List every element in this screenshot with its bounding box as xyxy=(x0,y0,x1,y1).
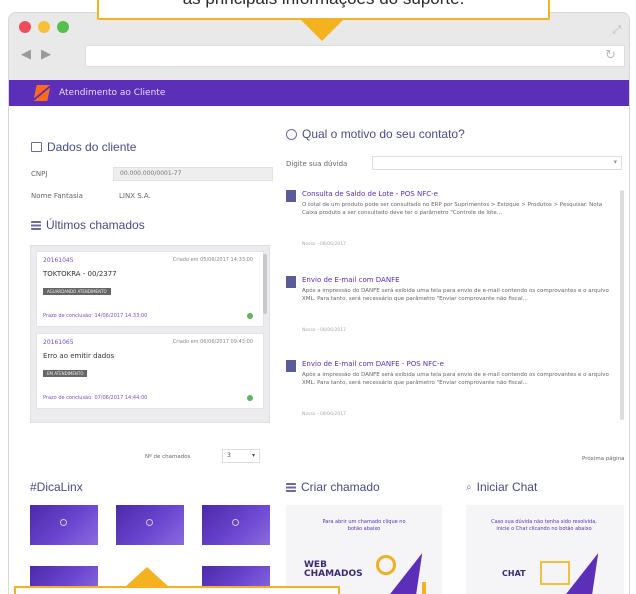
call-deadline: Prazo de conclusão: 14/06/2017 14:33:00 xyxy=(43,313,148,319)
client-section-title: Dados do cliente xyxy=(31,140,136,154)
tips-section-title: #DicaLinx xyxy=(30,480,83,494)
chat-text: Caso sua dúvida não tenha sido resolvida… xyxy=(491,519,597,532)
faq-meta: Nosso - 08/06/2017 xyxy=(302,328,346,333)
chat-box: Caso sua dúvida não tenha sido resolvida… xyxy=(466,505,624,594)
forward-button[interactable]: ▶ xyxy=(41,47,51,62)
app-header: Atendimento ao Cliente xyxy=(9,80,629,106)
faq-body: Após a impressão do DANFE será exibida u… xyxy=(302,288,609,302)
maximize-window-button[interactable] xyxy=(57,21,69,33)
article-icon xyxy=(286,190,296,202)
nav-buttons: ◀ ▶ xyxy=(21,47,51,62)
linx-logo-icon xyxy=(35,85,49,101)
call-subject: TOKTOKRA - 00/2377 xyxy=(43,270,117,278)
contact-title-text: Qual o motivo do seu contato? xyxy=(302,127,465,141)
linx-x-logo-icon xyxy=(387,553,437,594)
back-button[interactable]: ◀ xyxy=(21,47,31,62)
search-input[interactable]: ▾ xyxy=(372,156,622,170)
web-chamados-button[interactable]: WEB CHAMADOS xyxy=(304,561,364,579)
linx-x-logo-icon xyxy=(563,553,613,594)
client-title-text: Dados do cliente xyxy=(47,140,137,154)
cnpj-field: 00.000.000/0001-77 xyxy=(113,167,273,181)
callout-top-text: as principais informações do suporte. xyxy=(99,0,548,8)
list-icon xyxy=(31,220,41,230)
chat-icon: ⌕ xyxy=(466,481,472,493)
callout-arrow-down xyxy=(300,19,344,41)
article-icon xyxy=(286,276,296,288)
trade-name-label: Nome Fantasia xyxy=(31,192,83,200)
address-bar[interactable]: ↻ xyxy=(85,45,625,67)
faq-item[interactable]: Consulta de Saldo de Lote - POS NFC-e O … xyxy=(286,190,616,260)
zoom-icon xyxy=(60,519,67,526)
calls-count-label: Nº de chamados xyxy=(145,454,191,460)
app-title: Atendimento ao Cliente xyxy=(59,88,166,98)
chevron-down-icon: ▾ xyxy=(613,158,617,166)
callout-connector xyxy=(422,582,426,594)
zoom-icon xyxy=(232,519,239,526)
create-call-title: Criar chamado xyxy=(286,480,380,494)
help-icon xyxy=(286,128,297,140)
last-calls-title-text: Últimos chamados xyxy=(46,218,145,232)
faq-title[interactable]: Envio de E-mail com DANFE - POS NFC-e xyxy=(302,360,444,368)
call-date: Criado em 06/06/2017 09:43:00 xyxy=(172,339,253,345)
chat-title-text: Iniciar Chat xyxy=(476,480,538,494)
faq-body: Após a impressão do DANFE será exibida u… xyxy=(302,372,609,386)
callout-top: as principais informações do suporte. xyxy=(97,0,550,20)
cnpj-label: CNPJ xyxy=(31,170,48,178)
list-icon xyxy=(286,482,296,492)
faq-meta: Nosso - 08/06/2017 xyxy=(302,242,346,247)
call-deadline: Prazo de conclusão: 07/06/2017 14:44:00 xyxy=(43,395,148,401)
last-calls-title: Últimos chamados xyxy=(31,218,145,232)
reload-icon[interactable]: ↻ xyxy=(605,48,616,63)
contact-section-title: Qual o motivo do seu contato? xyxy=(286,127,465,141)
tip-video-thumb[interactable] xyxy=(30,505,98,545)
faq-title[interactable]: Consulta de Saldo de Lote - POS NFC-e xyxy=(302,190,438,198)
window-controls xyxy=(19,21,69,33)
close-window-button[interactable] xyxy=(19,21,31,33)
call-subject: Erro ao emitir dados xyxy=(43,352,115,360)
zoom-icon xyxy=(146,519,153,526)
call-card[interactable]: 20161065 Criado em 06/06/2017 09:43:00 E… xyxy=(36,333,264,409)
create-call-text: Para abrir um chamado clique no botão ab… xyxy=(322,519,406,532)
call-status-badge: AGUARDANDO ATENDIMENTO xyxy=(43,288,111,295)
call-date: Criado em 05/06/2017 14:33:00 xyxy=(172,257,253,263)
create-call-title-text: Criar chamado xyxy=(301,480,380,494)
minimize-window-button[interactable] xyxy=(38,21,50,33)
callout-arrow-up xyxy=(125,567,169,587)
faq-meta: Nosso - 08/06/2017 xyxy=(302,412,346,417)
trade-name-value: LINX S.A. xyxy=(119,192,151,200)
callout-bottom xyxy=(14,586,340,594)
faq-scrollbar[interactable] xyxy=(620,190,624,420)
call-status-badge: EM ATENDIMENTO xyxy=(43,370,88,377)
article-icon xyxy=(286,360,296,372)
client-card-icon xyxy=(31,142,42,152)
chat-section-title: ⌕ Iniciar Chat xyxy=(466,480,537,494)
next-page-link[interactable]: Próxima página xyxy=(582,456,625,462)
status-ok-icon xyxy=(247,395,253,401)
calls-count-value: 3 xyxy=(227,452,231,459)
search-label: Digite sua dúvida xyxy=(286,160,348,168)
status-ok-icon xyxy=(247,313,253,319)
chat-button[interactable]: CHAT xyxy=(502,569,526,578)
chat-bubble-icon xyxy=(540,561,570,585)
create-call-box: Para abrir um chamado clique no botão ab… xyxy=(286,505,442,594)
faq-title[interactable]: Envio de E-mail com DANFE xyxy=(302,276,400,284)
call-card[interactable]: 20161045 Criado em 05/06/2017 14:33:00 T… xyxy=(36,251,264,327)
gear-icon xyxy=(376,555,396,575)
faq-body: O total de um produto pode ser consultad… xyxy=(302,202,603,216)
faq-item[interactable]: Envio de E-mail com DANFE - POS NFC-e Ap… xyxy=(286,360,616,430)
calls-count-select[interactable]: 3 ▾ xyxy=(222,449,260,463)
calls-scrollbar[interactable] xyxy=(263,254,267,314)
tips-title-text: #DicaLinx xyxy=(30,480,83,494)
expand-icon[interactable]: ⤢ xyxy=(612,23,621,37)
tip-video-thumb[interactable] xyxy=(116,505,184,545)
tip-video-thumb[interactable] xyxy=(202,505,270,545)
faq-item[interactable]: Envio de E-mail com DANFE Após a impress… xyxy=(286,276,616,346)
chevron-down-icon: ▾ xyxy=(251,452,255,459)
last-calls-list[interactable]: 20161045 Criado em 05/06/2017 14:33:00 T… xyxy=(30,245,270,423)
